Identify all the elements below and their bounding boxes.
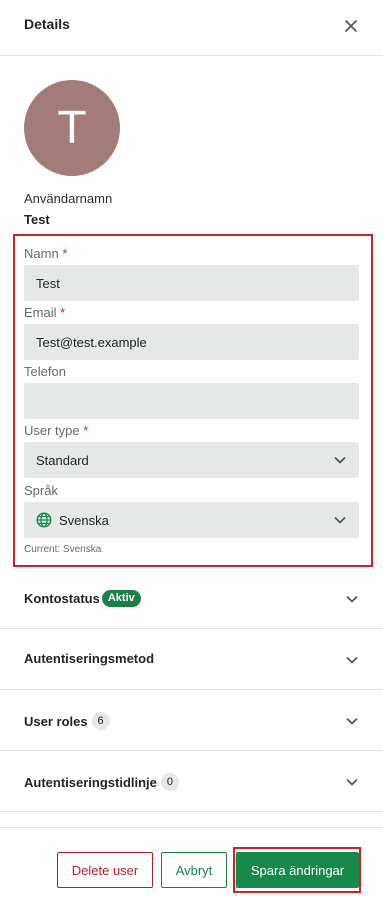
chevron-down-icon [333,453,347,470]
chevron-down-icon [345,775,359,794]
auth-method-label: Autentiseringsmetod [24,651,155,666]
section-account-status[interactable]: Kontostatus Aktiv [0,568,383,629]
section-title: Autentiseringstidlinje 0 [24,773,179,791]
section-title: Autentiseringsmetod [24,651,154,666]
count-badge: 6 [91,712,110,730]
user-roles-label: User roles [24,713,88,729]
avatar-initial: T [58,102,86,154]
required-marker: * [62,246,68,261]
name-label: Namn * [24,246,67,261]
name-label-text: Namn [24,246,59,261]
section-user-roles[interactable]: User roles 6 [0,690,383,751]
close-icon [344,19,358,33]
name-field[interactable]: Test [24,265,359,301]
email-label: Email * [24,305,65,320]
chevron-down-icon [333,513,347,530]
section-auth-timeline[interactable]: Autentiseringstidlinje 0 [0,751,383,812]
language-label: Språk [24,483,58,498]
language-selected-value: Svenska [59,512,109,528]
chevron-down-icon [345,653,359,672]
email-label-text: Email [24,305,57,320]
footer-divider [0,827,383,828]
panel-title: Details [24,16,70,32]
panel-header: Details [0,0,383,56]
avatar: T [24,80,120,176]
language-label-text: Språk [24,483,58,498]
username-label: Användarnamn [24,191,113,206]
user-type-select[interactable]: Standard [24,442,359,478]
user-type-label-text: User type [24,423,80,438]
user-details-panel: Details T Användarnamn Test Namn * Test … [0,0,383,899]
globe-icon [36,512,52,528]
delete-user-button[interactable]: Delete user [57,852,153,888]
cancel-button[interactable]: Avbryt [161,852,227,888]
save-changes-button[interactable]: Spara ändringar [236,852,359,888]
language-hint: Current: Svenska [24,544,102,555]
count-badge: 0 [160,773,179,791]
user-type-label: User type * [24,423,88,438]
section-title: User roles 6 [24,712,110,730]
auth-timeline-label: Autentiseringstidlinje [24,774,157,790]
chevron-down-icon [345,592,359,611]
phone-field[interactable] [24,383,359,419]
user-type-selected-value: Standard [36,452,89,468]
chevron-down-icon [345,714,359,733]
close-button[interactable] [337,12,365,40]
email-field[interactable]: Test@test.example [24,324,359,360]
required-marker: * [83,423,89,438]
section-title: Kontostatus Aktiv [24,590,141,607]
name-field-value: Test [36,275,60,291]
phone-label-text: Telefon [24,364,66,379]
account-status-label: Kontostatus [24,591,100,606]
email-field-value: Test@test.example [36,334,147,350]
phone-label: Telefon [24,364,66,379]
status-badge: Aktiv [101,590,141,607]
username-value: Test [24,212,50,227]
section-auth-method[interactable]: Autentiseringsmetod [0,629,383,690]
language-select[interactable]: Svenska [24,502,359,538]
required-marker: * [60,305,66,320]
